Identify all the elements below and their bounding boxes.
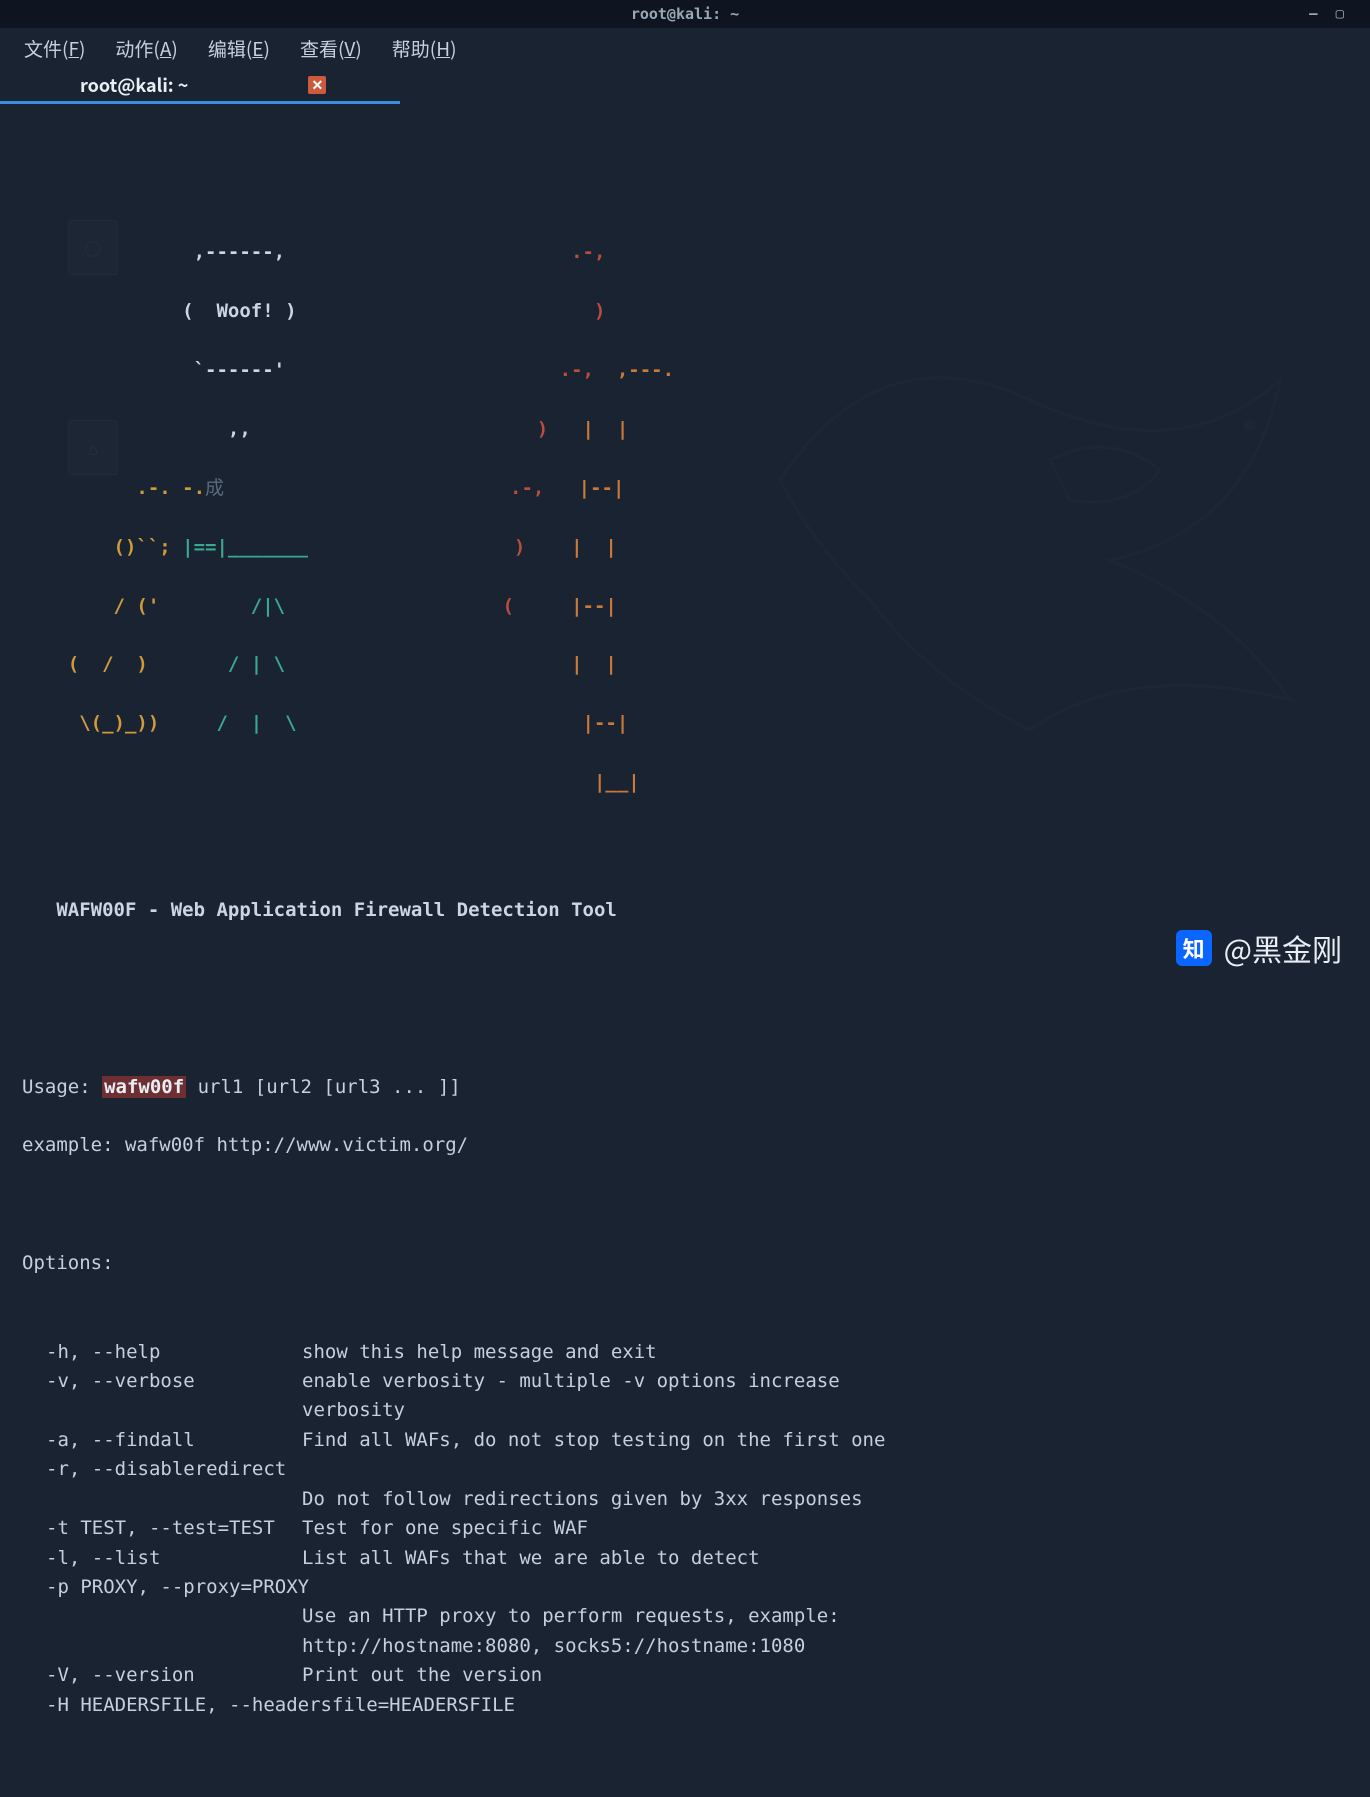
option-desc: show this help message and exit	[302, 1338, 1348, 1367]
menu-help[interactable]: 帮助(H)	[392, 35, 457, 62]
zhihu-logo-icon: 知	[1176, 930, 1212, 966]
option-flag: -r, --disableredirect	[22, 1455, 302, 1484]
ascii-dog-6	[22, 768, 308, 797]
option-desc	[302, 1691, 1348, 1720]
ascii-woof-tail: ,,	[22, 415, 251, 444]
menu-edit[interactable]: 编辑(E)	[208, 35, 270, 62]
ascii-fw-2: .-, ,---.	[285, 356, 674, 385]
window-title: root@kali: ~	[631, 5, 739, 23]
options-list: -h, --helpshow this help message and exi…	[22, 1338, 1348, 1721]
option-row: -h, --helpshow this help message and exi…	[22, 1338, 1348, 1367]
option-flag: -l, --list	[22, 1544, 302, 1573]
option-row: -v, --verboseenable verbosity - multiple…	[22, 1367, 1348, 1396]
tabbar: root@kali: ~ ✕	[0, 68, 1370, 104]
option-flag: -H HEADERSFILE, --headersfile=HEADERSFIL…	[22, 1691, 302, 1720]
ascii-fw-5: ) | |	[308, 533, 617, 562]
option-desc: Test for one specific WAF	[302, 1514, 1348, 1543]
ascii-woof-bot: `------'	[22, 356, 285, 385]
ascii-fw-8: |--|	[297, 709, 629, 738]
ascii-fw-top: .-,	[285, 238, 605, 267]
maximize-icon[interactable]: ▢	[1336, 6, 1344, 22]
option-row: -t TEST, --test=TESTTest for one specifi…	[22, 1514, 1348, 1543]
option-cont: verbosity	[22, 1396, 1348, 1425]
terminal-output[interactable]: ,------, .-, ( Woof! ) ) `------' .-, ,-…	[0, 104, 1370, 1797]
tab-title: root@kali: ~	[80, 72, 188, 98]
ascii-dog-3: / (' /|\	[22, 592, 285, 621]
ascii-fw-3: ) | |	[251, 415, 629, 444]
option-flag: -p PROXY, --proxy=PROXY	[22, 1573, 302, 1602]
example-line: example: wafw00f http://www.victim.org/	[22, 1131, 1348, 1160]
option-desc: Find all WAFs, do not stop testing on th…	[302, 1426, 1348, 1455]
ascii-dog-2: ()``; |==|_______	[22, 533, 308, 562]
option-desc	[302, 1455, 1348, 1484]
usage-line: Usage: wafw00f url1 [url2 [url3 ... ]]	[22, 1073, 1348, 1102]
menubar: 文件(F) 动作(A) 编辑(E) 查看(V) 帮助(H)	[0, 28, 1370, 68]
option-flag: -V, --version	[22, 1661, 302, 1690]
option-row: -p PROXY, --proxy=PROXY	[22, 1573, 1348, 1602]
ascii-fw-4: .-, |--|	[258, 474, 624, 503]
option-flag: -v, --verbose	[22, 1367, 302, 1396]
ascii-fw-1: )	[297, 297, 606, 326]
option-row: -H HEADERSFILE, --headersfile=HEADERSFIL…	[22, 1691, 1348, 1720]
option-row: -V, --versionPrint out the version	[22, 1661, 1348, 1690]
menu-view[interactable]: 查看(V)	[300, 35, 362, 62]
option-cont: Use an HTTP proxy to perform requests, e…	[22, 1602, 1348, 1631]
tool-banner: WAFW00F - Web Application Firewall Detec…	[22, 896, 1348, 925]
option-desc: enable verbosity - multiple -v options i…	[302, 1367, 1348, 1396]
menu-file[interactable]: 文件(F)	[24, 35, 85, 62]
option-flag: -h, --help	[22, 1338, 302, 1367]
option-row: -r, --disableredirect	[22, 1455, 1348, 1484]
ascii-woof-mid: ( Woof! )	[22, 297, 297, 326]
option-row: -a, --findallFind all WAFs, do not stop …	[22, 1426, 1348, 1455]
option-flag: -a, --findall	[22, 1426, 302, 1455]
usage-command: wafw00f	[102, 1076, 186, 1098]
ascii-fw-9: |__|	[308, 768, 640, 797]
options-header: Options:	[22, 1249, 1348, 1278]
ascii-woof-top: ,------,	[22, 238, 285, 267]
option-desc: Print out the version	[302, 1661, 1348, 1690]
ascii-dog-4: ( / ) / | \	[22, 650, 285, 679]
ascii-dog-1: .-. -.成	[22, 474, 258, 503]
minimize-icon[interactable]: —	[1309, 6, 1317, 22]
ascii-fw-7: | |	[285, 650, 617, 679]
option-desc: List all WAFs that we are able to detect	[302, 1544, 1348, 1573]
option-cont: http://hostname:8080, socks5://hostname:…	[22, 1632, 1348, 1661]
watermark: 知 @黑金刚	[1176, 926, 1342, 970]
ascii-banner: ,------, .-, ( Woof! ) ) `------' .-, ,-…	[22, 209, 1348, 827]
blank-line-3	[22, 1190, 1348, 1219]
option-flag: -t TEST, --test=TEST	[22, 1514, 302, 1543]
blank-line	[22, 955, 1348, 984]
tab-terminal[interactable]: root@kali: ~ ✕	[0, 68, 400, 104]
option-cont: Do not follow redirections given by 3xx …	[22, 1485, 1348, 1514]
option-row: -l, --listList all WAFs that we are able…	[22, 1544, 1348, 1573]
option-desc	[302, 1573, 1348, 1602]
tab-close-icon[interactable]: ✕	[308, 76, 326, 94]
ascii-dog-5: \(_)_)) / | \	[22, 709, 297, 738]
blank-line-2	[22, 1014, 1348, 1043]
ascii-fw-6: ( |--|	[285, 592, 617, 621]
menu-action[interactable]: 动作(A)	[115, 35, 177, 62]
window-titlebar: root@kali: ~ — ▢	[0, 0, 1370, 28]
watermark-text: @黑金刚	[1224, 926, 1342, 970]
